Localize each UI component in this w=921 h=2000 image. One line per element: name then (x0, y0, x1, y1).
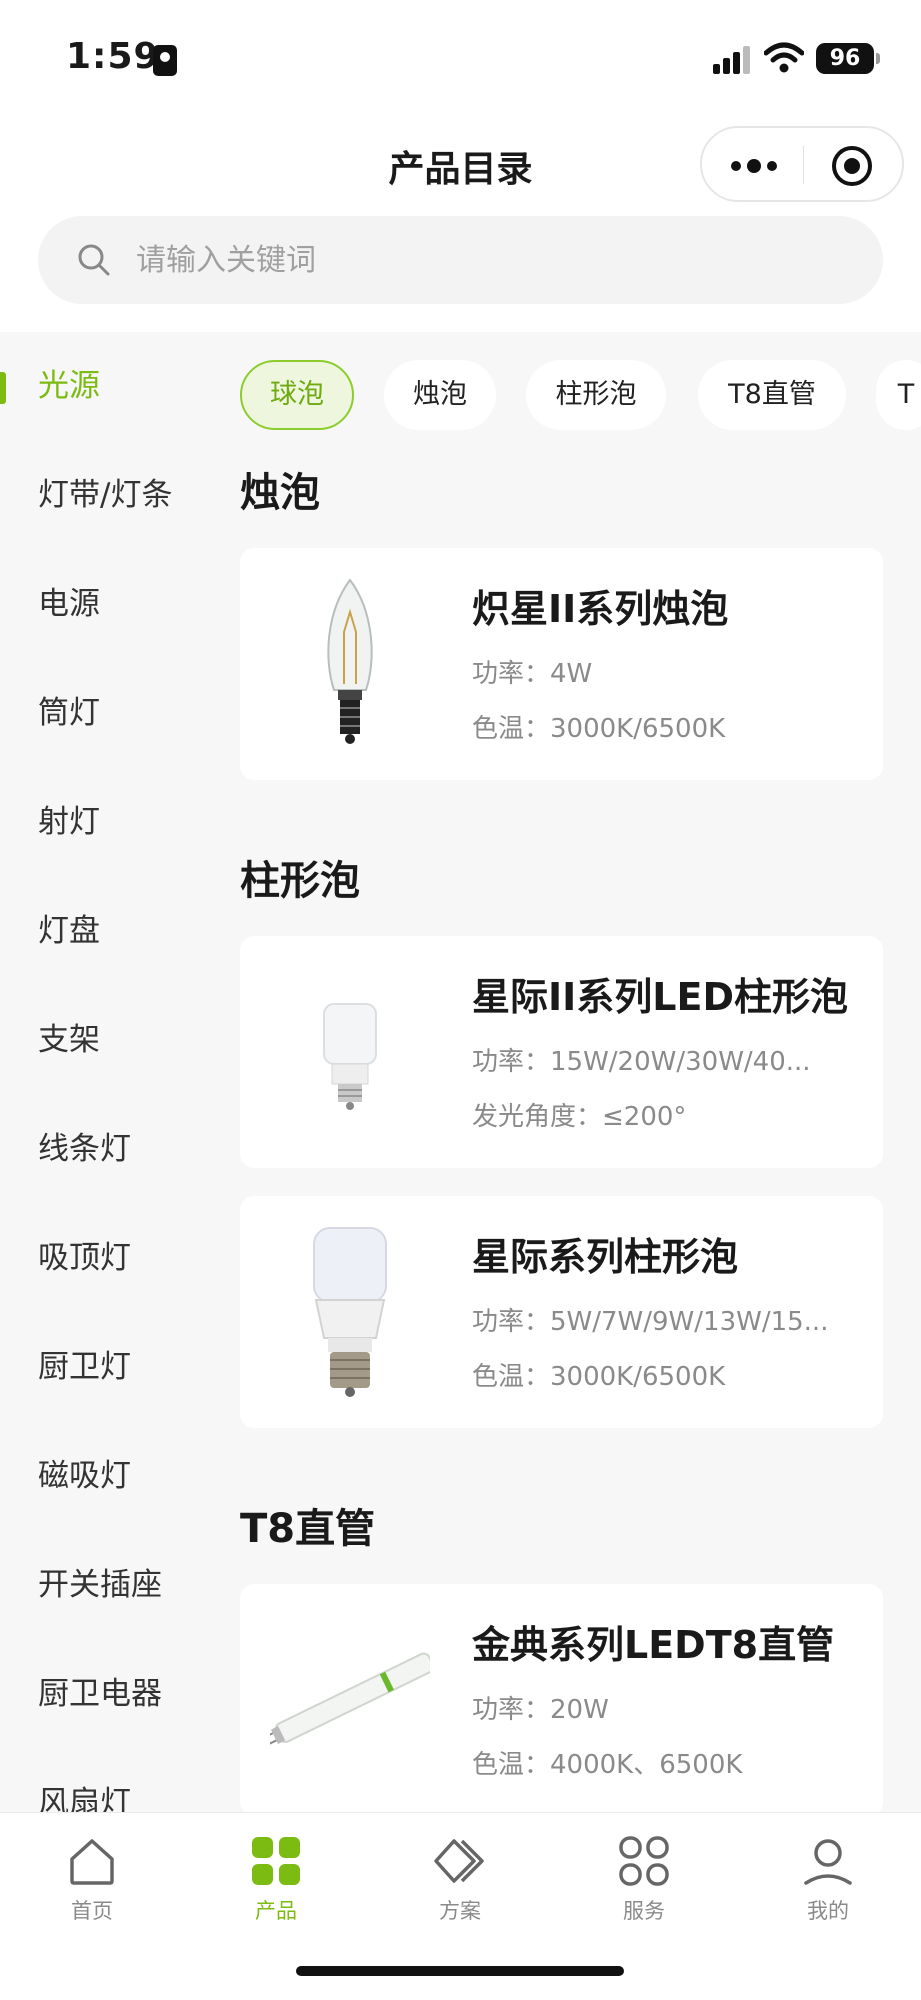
sidebar-item-downlight[interactable]: 筒灯 (0, 659, 220, 768)
sidebar-item-power-supply[interactable]: 电源 (0, 550, 220, 659)
contact-card-icon (153, 45, 177, 76)
tab-label: 我的 (807, 1899, 849, 1923)
chip-candle-bulb[interactable]: 烛泡 (384, 360, 496, 430)
sidebar-item-magnetic-light[interactable]: 磁吸灯 (0, 1422, 220, 1531)
category-sidebar: 光源 灯带/灯条 电源 筒灯 射灯 灯盘 支架 线条灯 吸顶灯 厨卫灯 磁吸灯 … (0, 332, 220, 1812)
sidebar-item-ceiling-light[interactable]: 吸顶灯 (0, 1204, 220, 1313)
product-name: 星际系列柱形泡 (472, 1235, 739, 1279)
tab-products[interactable]: 产品 (184, 1823, 368, 1933)
sidebar-item-bracket[interactable]: 支架 (0, 986, 220, 1095)
tab-label: 首页 (71, 1899, 113, 1923)
sidebar-item-kitchen-bath-light[interactable]: 厨卫灯 (0, 1313, 220, 1422)
column-bulb-icon (313, 1227, 387, 1397)
t8-tube-icon (270, 1652, 430, 1745)
tab-label: 产品 (255, 1899, 297, 1923)
tab-label: 服务 (623, 1899, 665, 1923)
close-target-icon[interactable] (830, 144, 874, 188)
mini-program-capsule (700, 126, 904, 202)
section-title-t8: T8直管 (240, 1506, 376, 1552)
product-spec-color-temp: 色温：3000K/6500K (472, 714, 726, 744)
small-column-bulb-icon (323, 1003, 377, 1110)
product-card[interactable]: 星际II系列LED柱形泡 功率：15W/20W/30W/40... 发光角度：≤… (240, 936, 883, 1168)
product-spec-power: 功率：5W/7W/9W/13W/15... (472, 1307, 829, 1337)
search-icon (78, 244, 110, 276)
battery-indicator: 96 (816, 43, 880, 74)
product-card[interactable]: 星际系列柱形泡 功率：5W/7W/9W/13W/15... 色温：3000K/6… (240, 1196, 883, 1428)
home-indicator (296, 1966, 624, 1976)
home-icon (70, 1839, 114, 1885)
section-title-candle: 烛泡 (240, 470, 320, 516)
sidebar-item-light-strip[interactable]: 灯带/灯条 (0, 441, 220, 550)
sidebar-item-linear-light[interactable]: 线条灯 (0, 1095, 220, 1204)
sidebar-item-kitchen-bath-appliance[interactable]: 厨卫电器 (0, 1640, 220, 1749)
service-icon (619, 1836, 669, 1886)
product-spec-power: 功率：15W/20W/30W/40... (472, 1047, 811, 1077)
section-title-column: 柱形泡 (240, 858, 360, 904)
sidebar-item-spotlight[interactable]: 射灯 (0, 768, 220, 877)
search-bar[interactable] (38, 216, 883, 304)
chip-globe-bulb[interactable]: 球泡 (240, 360, 354, 430)
sidebar-item-switch-socket[interactable]: 开关插座 (0, 1531, 220, 1640)
chip-t-more[interactable]: T (876, 360, 921, 430)
product-grid-icon (252, 1837, 300, 1885)
product-name: 金典系列LEDT8直管 (472, 1623, 835, 1667)
status-time: 1:59 (66, 36, 160, 77)
solution-icon (434, 1839, 484, 1883)
chip-column-bulb[interactable]: 柱形泡 (526, 360, 666, 430)
tab-services[interactable]: 服务 (552, 1823, 736, 1933)
wifi-icon (764, 42, 804, 73)
catalog-body: 光源 灯带/灯条 电源 筒灯 射灯 灯盘 支架 线条灯 吸顶灯 厨卫灯 磁吸灯 … (0, 332, 921, 1812)
product-name: 炽星II系列烛泡 (472, 587, 729, 631)
sidebar-item-panel-light[interactable]: 灯盘 (0, 877, 220, 986)
product-spec-power: 功率：20W (472, 1695, 609, 1725)
product-spec-beam-angle: 发光角度：≤200° (472, 1102, 687, 1132)
tab-label: 方案 (439, 1899, 481, 1923)
status-bar: 1:59 96 (0, 0, 921, 118)
tab-profile[interactable]: 我的 (736, 1823, 920, 1933)
sidebar-item-fan-light[interactable]: 风扇灯 (0, 1749, 220, 1812)
tab-home[interactable]: 首页 (0, 1823, 184, 1933)
candle-bulb-icon (327, 578, 373, 744)
capsule-divider (803, 146, 804, 184)
product-spec-color-temp: 色温：4000K、6500K (472, 1750, 743, 1780)
chip-t8-tube[interactable]: T8直管 (698, 360, 846, 430)
search-input[interactable] (136, 216, 836, 304)
product-card[interactable]: 金典系列LEDT8直管 功率：20W 色温：4000K、6500K (240, 1584, 883, 1812)
tab-solutions[interactable]: 方案 (368, 1823, 552, 1933)
more-options-icon[interactable] (724, 148, 784, 184)
profile-icon (804, 1839, 852, 1885)
product-spec-power: 功率：4W (472, 659, 593, 689)
sidebar-item-light-source[interactable]: 光源 (0, 332, 220, 441)
product-spec-color-temp: 色温：3000K/6500K (472, 1362, 726, 1392)
cellular-signal-icon (713, 46, 750, 74)
subcategory-chips: 球泡 烛泡 柱形泡 T8直管 T (240, 360, 921, 430)
product-card[interactable]: 炽星II系列烛泡 功率：4W 色温：3000K/6500K (240, 548, 883, 780)
product-list: 球泡 烛泡 柱形泡 T8直管 T 烛泡 炽星II系列烛泡 功率：4W 色温：30… (240, 332, 921, 1812)
product-name: 星际II系列LED柱形泡 (472, 975, 848, 1019)
